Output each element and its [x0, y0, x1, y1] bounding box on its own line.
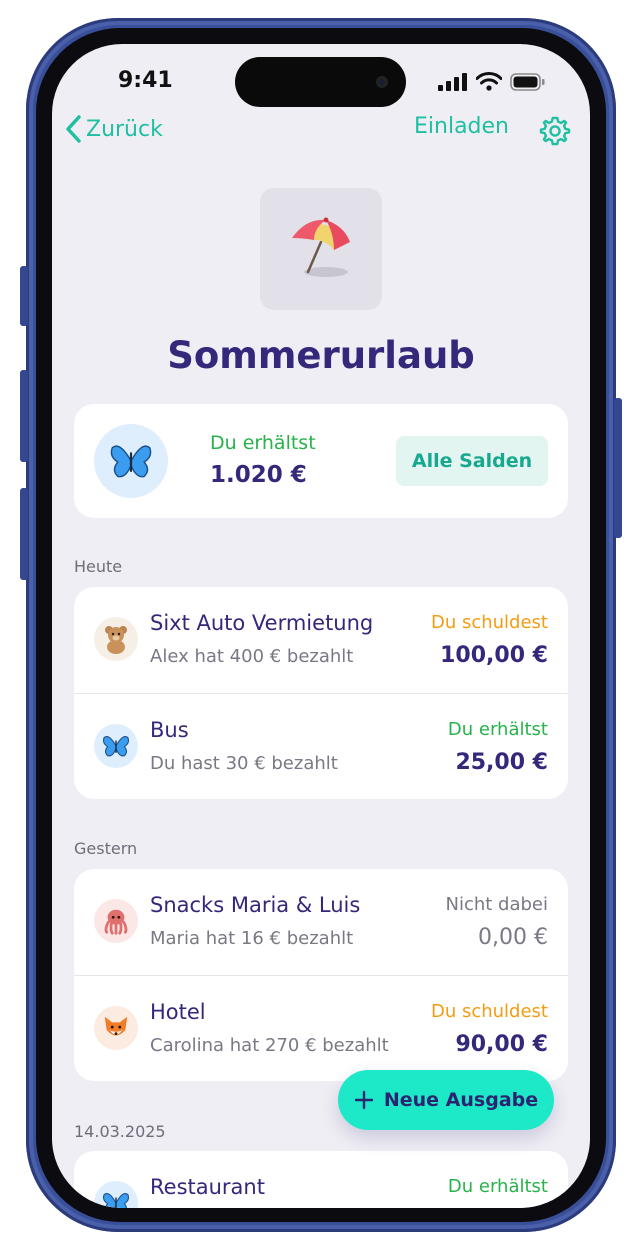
expense-subtitle: Maria hat 16 € bezahlt: [150, 928, 354, 949]
back-button[interactable]: Zurück: [64, 114, 163, 144]
expense-group-yesterday: Snacks Maria & Luis Maria hat 16 € bezah…: [74, 869, 568, 1081]
expense-title: Sixt Auto Vermietung: [150, 611, 374, 635]
expense-amount: 100,00 €: [440, 643, 548, 668]
butterfly-icon: [103, 1193, 129, 1208]
gear-icon[interactable]: [538, 114, 572, 148]
teddy-bear-icon: [105, 626, 127, 654]
new-expense-label: Neue Ausgabe: [383, 1089, 539, 1111]
expense-row[interactable]: Restaurant Du erhältst: [74, 1151, 568, 1208]
all-balances-button[interactable]: Alle Salden: [396, 436, 548, 486]
fox-icon: [104, 1016, 128, 1036]
volume-up-button: [20, 370, 28, 462]
expense-subtitle: Du hast 30 € bezahlt: [150, 753, 338, 774]
balance-summary-card: Du erhältst 1.020 € Alle Salden: [74, 404, 568, 518]
app-screen: 9:41 Zurück Einladen Sommerurlaub Du erh…: [52, 44, 590, 1208]
status-icons: [438, 72, 546, 91]
butterfly-icon: [110, 445, 152, 478]
expense-title: Bus: [150, 718, 189, 742]
user-avatar: [94, 424, 168, 498]
expense-status: Du erhältst: [447, 719, 548, 740]
expense-subtitle: Alex hat 400 € bezahlt: [150, 646, 354, 667]
expense-row[interactable]: Sixt Auto Vermietung Alex hat 400 € beza…: [74, 587, 568, 693]
chevron-left-icon: [66, 115, 81, 143]
expense-group-today: Sixt Auto Vermietung Alex hat 400 € beza…: [74, 587, 568, 799]
butterfly-icon: [103, 736, 129, 757]
power-button: [614, 398, 622, 538]
expense-status: Nicht dabei: [445, 894, 548, 915]
wifi-icon: [476, 72, 502, 91]
expense-subtitle: Carolina hat 270 € bezahlt: [150, 1035, 389, 1056]
action-button: [20, 266, 28, 326]
expense-amount: 0,00 €: [478, 925, 548, 950]
expense-row[interactable]: Bus Du hast 30 € bezahlt Du erhältst 25,…: [74, 694, 568, 800]
user-avatar: [94, 1181, 138, 1208]
expense-amount: 25,00 €: [455, 750, 548, 775]
user-avatar: [94, 724, 138, 768]
new-expense-button[interactable]: Neue Ausgabe: [338, 1070, 554, 1130]
expense-row[interactable]: Hotel Carolina hat 270 € bezahlt Du schu…: [74, 976, 568, 1082]
status-time: 9:41: [118, 68, 173, 93]
expense-group-date: Restaurant Du erhältst: [74, 1151, 568, 1208]
dynamic-island: [235, 57, 406, 107]
expense-status: Du schuldest: [430, 1001, 548, 1022]
battery-icon: [510, 72, 545, 91]
section-label-today: Heute: [74, 557, 123, 576]
expense-status: Du erhältst: [447, 1176, 548, 1197]
user-avatar: [94, 899, 138, 943]
plus-icon: [354, 1090, 374, 1110]
signal-icon: [438, 72, 467, 91]
expense-title: Hotel: [150, 1000, 206, 1024]
invite-button[interactable]: Einladen: [414, 114, 509, 139]
group-title: Sommerurlaub: [167, 334, 475, 377]
section-label-date: 14.03.2025: [74, 1122, 166, 1141]
expense-status: Du schuldest: [430, 612, 548, 633]
back-label: Zurück: [86, 116, 163, 142]
volume-down-button: [20, 488, 28, 580]
group-icon-tile[interactable]: [260, 188, 382, 310]
beach-umbrella-icon: [292, 217, 350, 277]
expense-row[interactable]: Snacks Maria & Luis Maria hat 16 € bezah…: [74, 869, 568, 975]
camera-icon: [376, 76, 388, 88]
user-avatar: [94, 617, 138, 661]
expense-amount: 90,00 €: [455, 1032, 548, 1057]
expense-title: Snacks Maria & Luis: [150, 893, 361, 917]
expense-title: Restaurant: [150, 1175, 265, 1199]
balance-status: Du erhältst: [210, 432, 316, 454]
section-label-yesterday: Gestern: [74, 839, 138, 858]
user-avatar: [94, 1006, 138, 1050]
octopus-icon: [104, 909, 128, 935]
balance-amount: 1.020 €: [210, 462, 307, 488]
